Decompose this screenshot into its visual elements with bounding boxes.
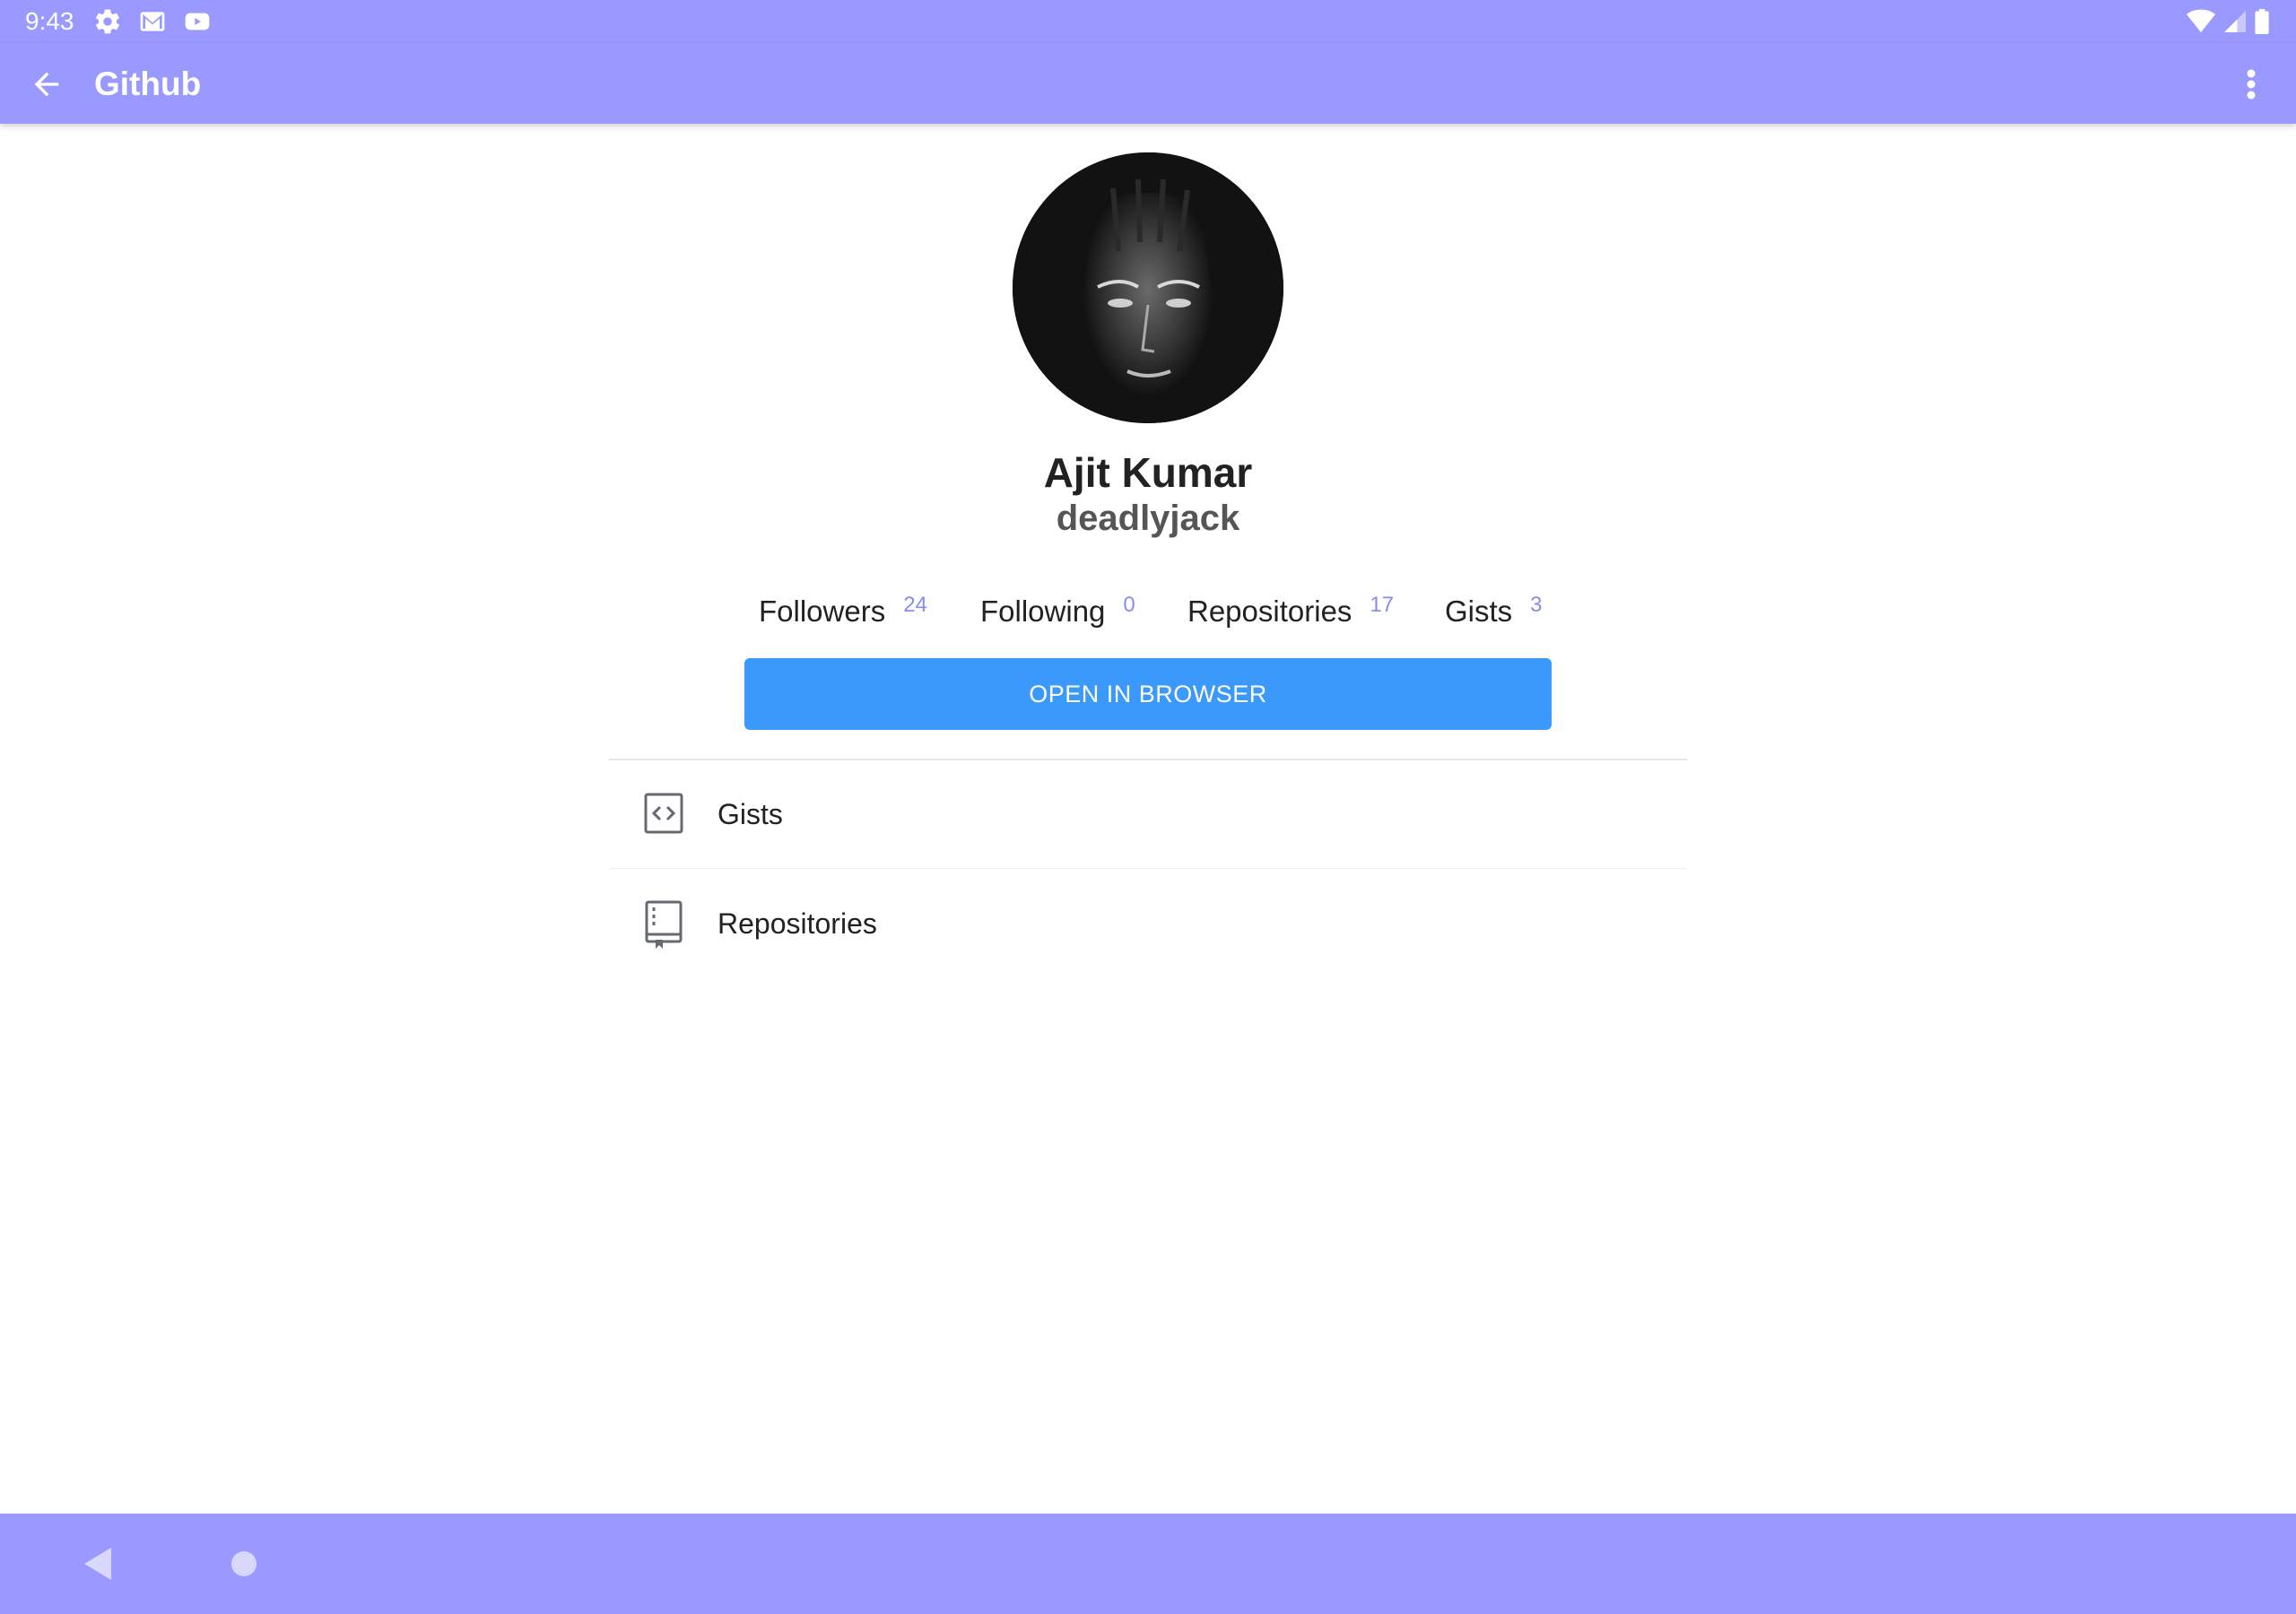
- arrow-back-icon: [34, 72, 59, 97]
- profile-name: Ajit Kumar: [1043, 449, 1253, 496]
- avatar-face-image: [1013, 152, 1283, 423]
- battery-icon: [2255, 9, 2269, 34]
- stat-count: 24: [903, 593, 927, 617]
- more-options-button[interactable]: [2235, 63, 2267, 106]
- list-item-label: Gists: [718, 798, 783, 830]
- app-bar: Github: [0, 43, 2296, 124]
- gear-icon: [96, 9, 119, 34]
- list-item-label: Repositories: [718, 907, 877, 940]
- stat-label: Following: [980, 594, 1106, 628]
- stat-count: 3: [1530, 593, 1543, 617]
- youtube-icon: [185, 13, 210, 30]
- more-vert-icon: [2247, 69, 2256, 100]
- signal-icon: [2224, 11, 2246, 32]
- stat-label: Followers: [759, 594, 886, 628]
- list-item-gists[interactable]: Gists: [609, 760, 1687, 868]
- status-bar: 9:43: [0, 0, 2296, 43]
- code-icon: [643, 791, 686, 837]
- navigation-bar: [0, 1514, 2296, 1614]
- status-icons-right: [2187, 9, 2269, 34]
- divider: [609, 868, 1687, 869]
- avatar: [1013, 152, 1283, 423]
- stat-gists[interactable]: Gists 3: [1445, 592, 1543, 631]
- nav-back-button[interactable]: [83, 1546, 113, 1586]
- stat-label: Repositories: [1187, 594, 1352, 628]
- status-time: 9:43: [25, 7, 74, 35]
- gmail-icon: [140, 12, 165, 31]
- nav-back-triangle-icon: [84, 1548, 111, 1580]
- stat-repositories[interactable]: Repositories 17: [1187, 592, 1394, 631]
- stat-count: 17: [1370, 593, 1395, 617]
- wifi-icon: [2187, 9, 2215, 32]
- stat-count: 0: [1123, 593, 1135, 617]
- stat-following[interactable]: Following 0: [980, 592, 1135, 631]
- app-title: Github: [94, 65, 202, 102]
- stat-followers[interactable]: Followers 24: [759, 592, 927, 631]
- status-icons-left: [93, 7, 212, 36]
- stat-label: Gists: [1445, 594, 1513, 628]
- repo-book-icon: [643, 900, 686, 949]
- nav-home-button[interactable]: [231, 1551, 257, 1576]
- back-button[interactable]: [25, 63, 68, 106]
- profile-username: deadlyjack: [1056, 499, 1240, 538]
- open-in-browser-button[interactable]: OPEN IN BROWSER: [744, 658, 1552, 730]
- list-item-repositories[interactable]: Repositories: [609, 870, 1687, 977]
- stats-row: Followers 24 Following 0 Repositories 17…: [0, 592, 2296, 637]
